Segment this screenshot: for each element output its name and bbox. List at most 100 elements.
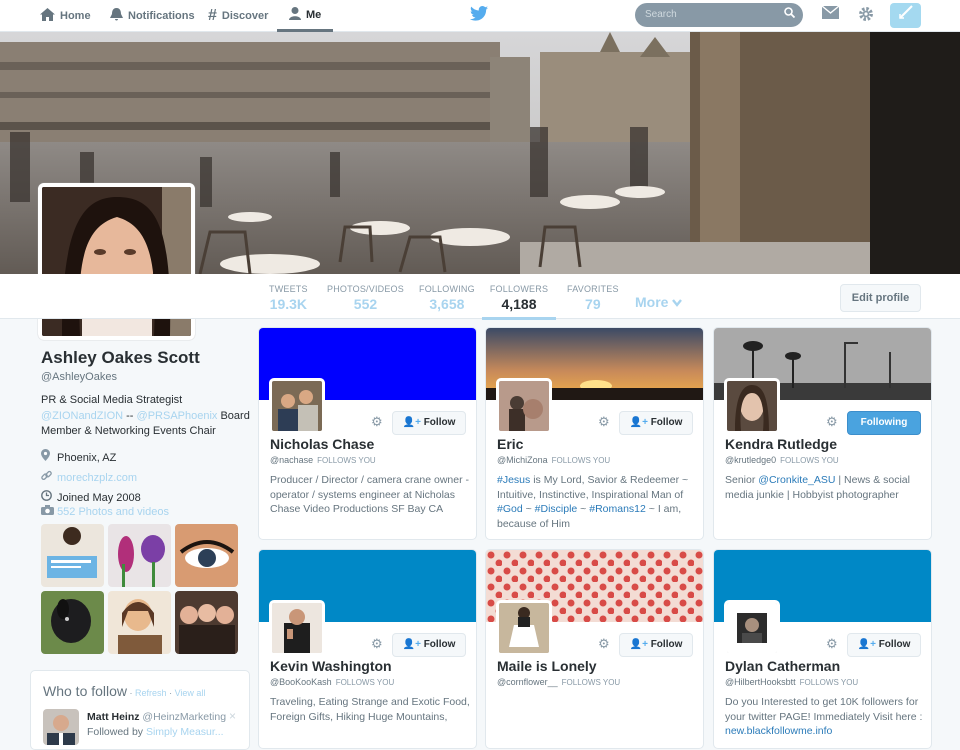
bio-mention-link[interactable]: @ZIONandZION	[41, 410, 123, 422]
website-link[interactable]: morechzplz.com	[57, 468, 137, 488]
card-avatar[interactable]	[269, 378, 325, 434]
card-handle-line: @krutledge0 FOLLOWS YOU	[725, 455, 839, 465]
nav-discover[interactable]: # Discover	[208, 0, 268, 32]
compose-tweet-button[interactable]	[890, 3, 921, 28]
gear-icon[interactable]: ⚙	[371, 636, 383, 652]
follow-button[interactable]: 👤+ Follow	[847, 633, 921, 657]
stat-photos-videos[interactable]: PHOTOS/VIDEOS 552	[327, 284, 404, 312]
card-handle: @krutledge0	[725, 455, 777, 465]
follow-button[interactable]: 👤+ Follow	[392, 633, 466, 657]
photos-videos-link[interactable]: 552 Photos and videos	[41, 505, 169, 518]
card-avatar[interactable]	[724, 378, 780, 434]
card-name[interactable]: Eric	[497, 436, 523, 452]
card-avatar[interactable]	[269, 600, 325, 656]
nav-discover-label: Discover	[221, 10, 269, 22]
refresh-link[interactable]: Refresh	[135, 688, 167, 698]
view-all-link[interactable]: View all	[175, 688, 206, 698]
nav-home[interactable]: Home	[40, 0, 91, 32]
photo-thumbnail[interactable]	[108, 524, 171, 587]
add-user-icon: 👤+	[629, 639, 648, 650]
who-to-follow-title: Who to follow	[43, 683, 128, 699]
hashtag-link[interactable]: #God	[497, 503, 523, 515]
card-handle-line: @cornflower__ FOLLOWS YOU	[497, 677, 620, 687]
gear-icon[interactable]: ⚙	[371, 414, 383, 430]
card-avatar[interactable]	[496, 600, 552, 656]
location-text: Phoenix, AZ	[57, 451, 117, 464]
follower-card[interactable]: ⚙ 👤+ Follow Eric @MichiZona FOLLOWS YOU #…	[485, 327, 704, 540]
stat-following[interactable]: FOLLOWING 3,658	[419, 284, 475, 312]
following-button[interactable]: Following	[847, 411, 921, 435]
follower-card[interactable]: ⚙ 👤+ Follow Kevin Washington @BooKooKash…	[258, 549, 477, 749]
profile-stats-bar: TWEETS 19.3K PHOTOS/VIDEOS 552 FOLLOWING…	[0, 274, 960, 320]
gear-icon[interactable]: ⚙	[598, 636, 610, 652]
bio-url-link[interactable]: new.blackfollowme.info	[725, 725, 832, 737]
chevron-down-icon	[672, 294, 683, 310]
nav-home-label: Home	[60, 10, 91, 22]
follower-card[interactable]: ⚙ 👤+ Follow Nicholas Chase @nachase FOLLO…	[258, 327, 477, 540]
card-handle: @BooKooKash	[270, 677, 332, 687]
hashtag-link[interactable]: #Jesus	[497, 474, 530, 486]
profile-details: Phoenix, AZ morechzplz.com Joined May 20…	[41, 448, 251, 508]
who-to-follow-header: Who to follow · Refresh · View all	[43, 683, 237, 699]
photo-thumbnail[interactable]	[41, 524, 104, 587]
bell-icon	[110, 7, 123, 25]
follower-card[interactable]: ⚙ 👤+ Follow Dylan Catherman @HilbertHook…	[713, 549, 932, 749]
photos-videos-label: 552 Photos and videos	[57, 506, 169, 518]
nav-me[interactable]: Me	[277, 0, 334, 32]
follows-you-badge: FOLLOWS YOU	[551, 456, 611, 465]
separator: ·	[127, 688, 136, 698]
nav-notifications[interactable]: Notifications	[110, 0, 195, 32]
bio-line: PR & Social Media Strategist	[41, 394, 183, 406]
camera-icon	[41, 505, 54, 518]
stat-followers[interactable]: FOLLOWERS 4,188	[482, 284, 556, 320]
follow-button[interactable]: 👤+ Follow	[392, 411, 466, 435]
card-name[interactable]: Dylan Catherman	[725, 658, 840, 674]
profile-handle[interactable]: @AshleyOakes	[41, 371, 251, 383]
more-label: More	[635, 294, 669, 310]
card-name[interactable]: Kendra Rutledge	[725, 436, 837, 452]
gear-icon[interactable]	[858, 6, 874, 27]
edit-profile-button[interactable]: Edit profile	[840, 284, 921, 312]
follows-you-badge: FOLLOWS YOU	[780, 456, 839, 465]
gear-icon[interactable]: ⚙	[826, 414, 838, 430]
suggested-user-name[interactable]: Matt Heinz	[87, 711, 140, 723]
hashtag-link[interactable]: #Disciple	[535, 503, 578, 515]
card-name[interactable]: Nicholas Chase	[270, 436, 374, 452]
mention-link[interactable]: @Cronkite_ASU	[758, 474, 835, 486]
more-menu[interactable]: More	[635, 294, 683, 310]
envelope-icon[interactable]	[821, 5, 840, 24]
bio-mention-link[interactable]: @PRSAPhoenix	[137, 410, 218, 422]
gear-icon[interactable]: ⚙	[598, 414, 610, 430]
card-avatar[interactable]	[724, 600, 780, 656]
follow-button[interactable]: 👤+ Follow	[619, 411, 693, 435]
search-input[interactable]: Search	[635, 3, 803, 27]
stat-favorites[interactable]: FAVORITES 79	[567, 284, 619, 312]
card-name[interactable]: Kevin Washington	[270, 658, 392, 674]
hashtag-link[interactable]: #Romans12	[589, 503, 646, 515]
photo-thumbnail[interactable]	[175, 524, 238, 587]
follow-button[interactable]: 👤+ Follow	[619, 633, 693, 657]
card-handle: @nachase	[270, 455, 314, 465]
photo-thumbnail[interactable]	[41, 591, 104, 654]
bio-text: ~	[522, 503, 535, 515]
dismiss-icon[interactable]: ×	[229, 709, 236, 723]
stat-tweets[interactable]: TWEETS 19.3K	[269, 284, 308, 312]
follows-you-badge: FOLLOWS YOU	[317, 456, 376, 465]
card-handle: @MichiZona	[497, 455, 548, 465]
card-avatar[interactable]	[496, 378, 552, 434]
photo-thumbnail[interactable]	[108, 591, 171, 654]
followed-by-link[interactable]: Simply Measur...	[146, 726, 224, 738]
profile-name[interactable]: Ashley Oakes Scott	[41, 348, 251, 368]
suggested-user-avatar[interactable]	[43, 709, 79, 745]
person-icon	[289, 6, 301, 23]
photo-thumbnail[interactable]	[175, 591, 238, 654]
card-name[interactable]: Maile is Lonely	[497, 658, 597, 674]
who-to-follow-module: Who to follow · Refresh · View all Matt …	[30, 670, 250, 750]
search-icon[interactable]	[784, 7, 796, 21]
twitter-bird-icon[interactable]	[470, 6, 490, 26]
gear-icon[interactable]: ⚙	[826, 636, 838, 652]
stat-label: FOLLOWERS	[489, 284, 549, 294]
follower-card[interactable]: ⚙ Following Kendra Rutledge @krutledge0 F…	[713, 327, 932, 540]
follower-card[interactable]: ⚙ 👤+ Follow Maile is Lonely @cornflower_…	[485, 549, 704, 749]
followed-by-label: Followed by	[87, 726, 144, 738]
